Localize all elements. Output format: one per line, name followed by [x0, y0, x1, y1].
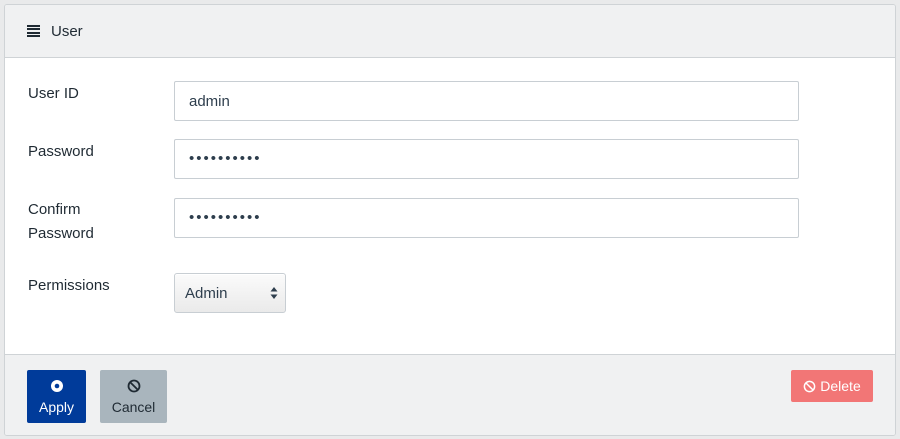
cancel-label: Cancel	[111, 398, 156, 415]
radio-dot-icon	[50, 379, 63, 392]
apply-button[interactable]: Apply	[27, 370, 86, 423]
user-id-label: User ID	[28, 85, 79, 102]
confirm-password-label-line1: Confirm	[28, 201, 81, 218]
delete-label: Delete	[820, 378, 861, 394]
permissions-select[interactable]: Admin	[174, 273, 286, 313]
confirm-password-label-line2: Password	[28, 225, 94, 242]
permissions-label: Permissions	[28, 277, 110, 294]
apply-label: Apply	[38, 398, 75, 415]
panel-footer: Apply Cancel Delete	[5, 354, 895, 435]
list-icon	[27, 25, 40, 37]
confirm-password-label: Confirm Password	[28, 198, 168, 246]
password-input[interactable]: ••••••••••	[174, 139, 799, 179]
delete-button[interactable]: Delete	[791, 370, 873, 402]
sort-caret-icon	[270, 287, 278, 299]
confirm-password-input[interactable]: ••••••••••	[174, 198, 799, 238]
password-label: Password	[28, 143, 94, 160]
panel-title: User	[51, 22, 83, 40]
user-id-input[interactable]	[174, 81, 799, 121]
permissions-selected-value: Admin	[185, 284, 228, 302]
panel-header: User	[5, 5, 895, 58]
ban-icon	[127, 379, 140, 392]
ban-icon	[803, 380, 816, 392]
cancel-button[interactable]: Cancel	[100, 370, 167, 423]
user-panel: User User ID Password •••••••••• Confirm…	[4, 4, 896, 436]
